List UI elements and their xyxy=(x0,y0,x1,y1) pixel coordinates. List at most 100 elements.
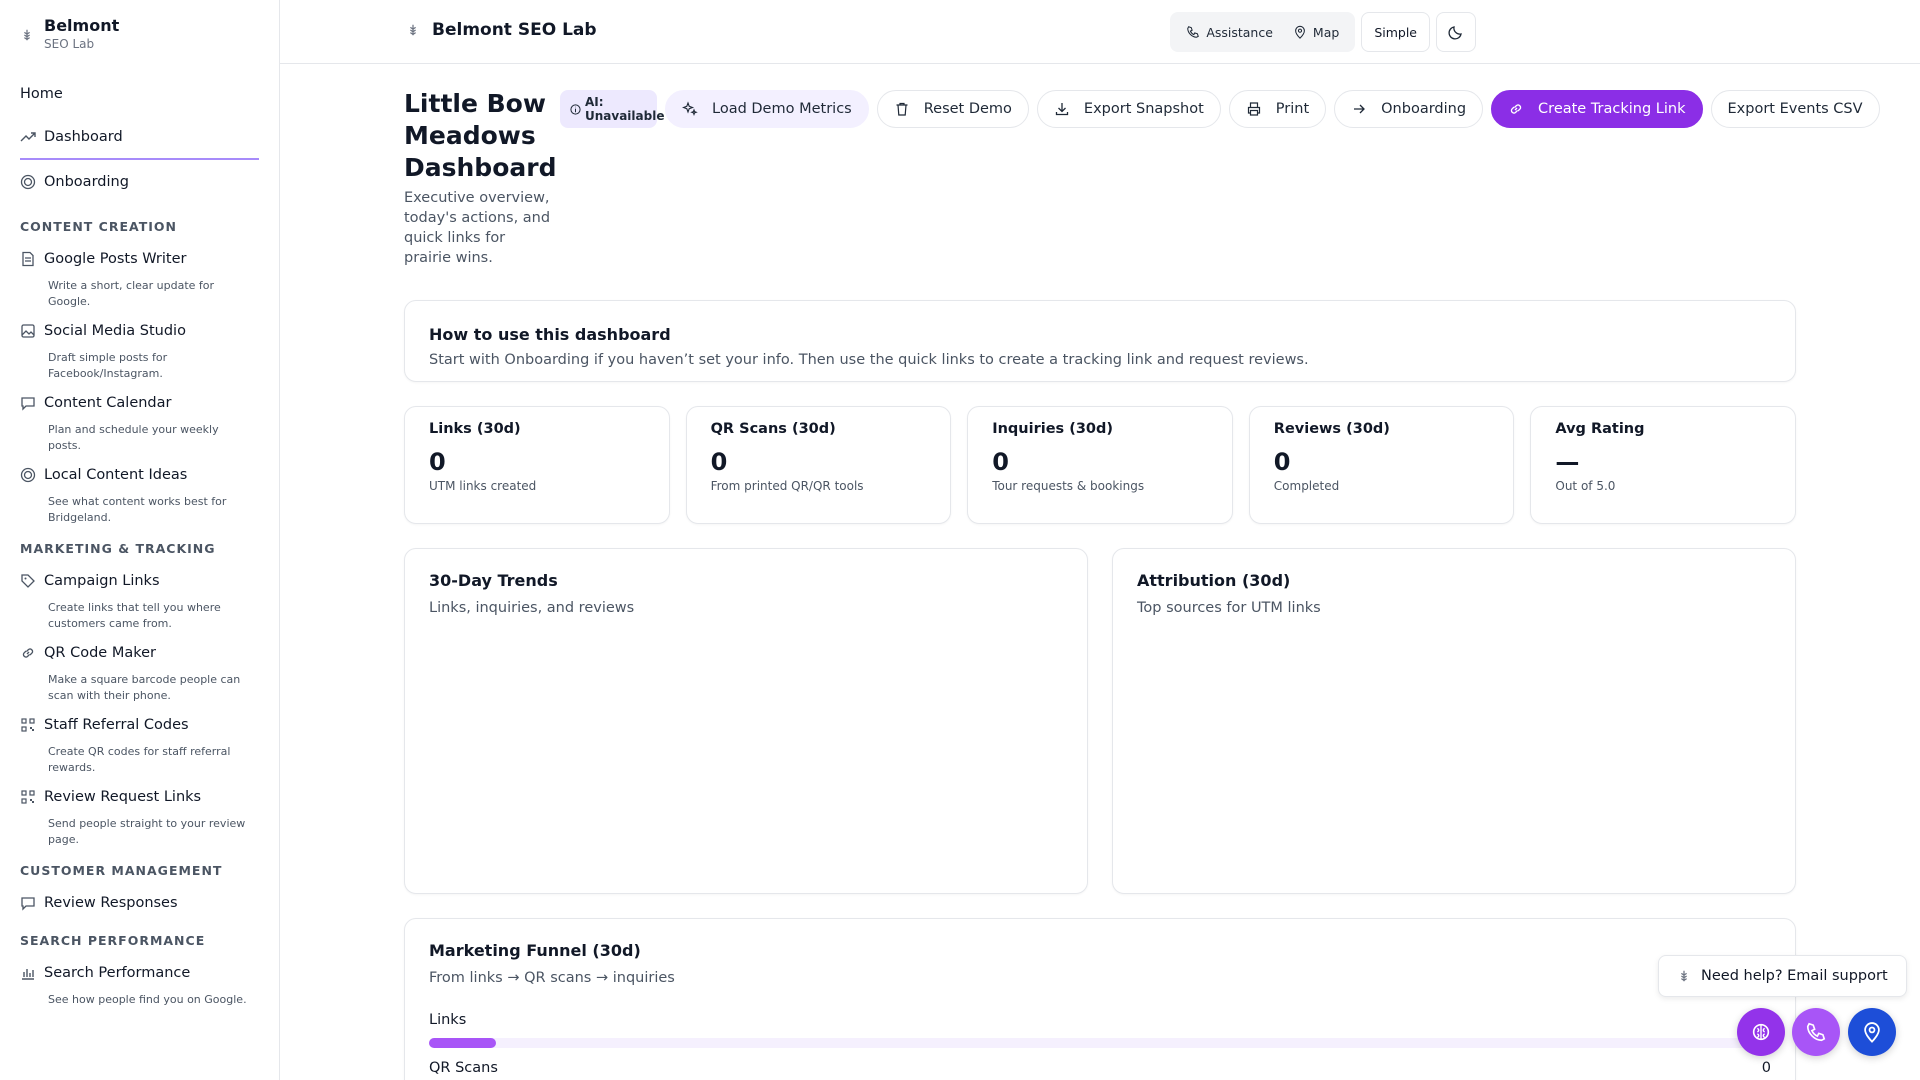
brand-sub: SEO Lab xyxy=(44,37,95,51)
brand-name: Belmont xyxy=(44,16,120,35)
sidebar-item-campaign-links[interactable]: Campaign Links xyxy=(20,566,259,596)
sidebar-item-desc: Plan and schedule your weekly posts. xyxy=(48,423,219,452)
kpi-caption: Completed xyxy=(1273,479,1340,493)
main-content: Little Bow Meadows Dashboard Executive o… xyxy=(404,64,1880,1080)
kpi-caption: UTM links created xyxy=(429,479,537,493)
kpi-label: QR Scans (30d) xyxy=(710,421,836,437)
page-title: Little Bow Meadows Dashboard xyxy=(404,89,557,182)
kpi-label: Reviews (30d) xyxy=(1273,421,1390,437)
kpi-card-qr-scans: QR Scans (30d) 0 From printed QR/QR tool… xyxy=(685,406,952,524)
topbar: Belmont SEO Lab Assistance Map Simple xyxy=(280,0,1920,64)
map-button[interactable]: Map xyxy=(1283,12,1349,52)
moon-icon xyxy=(1448,26,1462,40)
document-icon xyxy=(20,251,36,267)
map-pin-icon xyxy=(1864,1022,1880,1043)
kpi-value: — xyxy=(1555,448,1580,476)
info-icon xyxy=(570,103,581,115)
chart-title: 30-Day Trends xyxy=(429,571,558,590)
link-icon xyxy=(20,645,36,661)
funnel-row-links: Links xyxy=(429,1012,1771,1028)
export-events-csv-button[interactable]: Export Events CSV xyxy=(1710,90,1880,128)
export-snapshot-button[interactable]: Export Snapshot xyxy=(1036,90,1221,128)
sidebar-item-desc: Create links that tell you where custome… xyxy=(48,601,221,630)
brain-icon xyxy=(1752,1023,1770,1041)
target-icon xyxy=(20,467,36,483)
howto-text: Start with Onboarding if you haven’t set… xyxy=(429,352,1309,368)
qr-icon xyxy=(20,789,36,805)
kpi-label: Links (30d) xyxy=(429,421,521,437)
funnel-title: Marketing Funnel (30d) xyxy=(429,941,641,960)
sidebar-item-home[interactable]: Home xyxy=(20,72,259,116)
qr-icon xyxy=(20,717,36,733)
sidebar-item-label: Campaign Links xyxy=(44,573,160,589)
sidebar-item-label: Google Posts Writer xyxy=(44,251,187,267)
sidebar-item-search-performance[interactable]: Search Performance xyxy=(20,958,259,988)
kpi-value: 0 xyxy=(710,448,728,476)
download-icon xyxy=(1055,103,1069,116)
link-icon xyxy=(1510,104,1522,114)
tag-icon xyxy=(20,573,36,589)
sidebar-item-desc: See what content works best for Bridgela… xyxy=(48,495,227,524)
arrow-right-icon xyxy=(1354,104,1366,114)
simple-mode-button[interactable]: Simple xyxy=(1361,12,1430,52)
sidebar-item-local-ideas[interactable]: Local Content Ideas xyxy=(20,460,259,490)
sidebar-item-calendar[interactable]: Content Calendar xyxy=(20,388,259,418)
sidebar-item-social[interactable]: Social Media Studio xyxy=(20,316,259,346)
assistance-button[interactable]: Assistance xyxy=(1176,12,1283,52)
map-fab[interactable] xyxy=(1848,1008,1896,1056)
funnel-row-value: 0 xyxy=(1761,1060,1771,1076)
wheat-icon xyxy=(24,29,30,41)
sidebar-item-label: Content Calendar xyxy=(44,395,172,411)
section-marketing: MARKETING & TRACKING xyxy=(20,541,216,556)
chart-title: Attribution (30d) xyxy=(1137,571,1291,590)
help-email-button[interactable]: Need help? Email support xyxy=(1658,955,1907,997)
call-fab[interactable] xyxy=(1792,1008,1840,1056)
kpi-label: Avg Rating xyxy=(1555,421,1645,437)
howto-card: How to use this dashboard Start with Onb… xyxy=(404,300,1796,382)
map-label: Map xyxy=(1312,24,1340,40)
topbar-title: Belmont SEO Lab xyxy=(406,20,597,40)
kpi-value: 0 xyxy=(429,448,446,476)
sidebar-item-staff-referral[interactable]: Staff Referral Codes xyxy=(20,710,259,740)
print-button[interactable]: Print xyxy=(1228,90,1327,128)
chart-subtitle: Top sources for UTM links xyxy=(1137,600,1321,616)
sidebar-item-label: Review Request Links xyxy=(44,789,202,805)
wheat-icon xyxy=(410,24,416,36)
page-subtitle: Executive overview, today's actions, and… xyxy=(404,190,551,266)
bar-chart-icon xyxy=(20,965,36,981)
chat-icon xyxy=(20,395,36,411)
sidebar-item-review-responses[interactable]: Review Responses xyxy=(20,888,259,918)
kpi-caption: From printed QR/QR tools xyxy=(710,479,864,493)
app-title: Belmont SEO Lab xyxy=(432,20,597,40)
theme-toggle-button[interactable] xyxy=(1436,12,1476,52)
onboarding-button[interactable]: Onboarding xyxy=(1334,90,1484,128)
sidebar-item-onboarding[interactable]: Onboarding xyxy=(20,160,259,204)
attribution-chart-card: Attribution (30d) Top sources for UTM li… xyxy=(1112,548,1796,894)
sidebar-item-qr-maker[interactable]: QR Code Maker xyxy=(20,638,259,668)
load-demo-button[interactable]: Load Demo Metrics xyxy=(665,90,869,128)
sidebar-item-dashboard[interactable]: Dashboard xyxy=(20,116,259,160)
trash-icon xyxy=(896,102,908,116)
image-icon xyxy=(20,323,36,339)
phone-icon xyxy=(1187,26,1200,38)
map-pin-icon xyxy=(1295,25,1305,39)
sidebar-item-label: Local Content Ideas xyxy=(44,467,188,483)
reset-demo-label: Reset Demo xyxy=(923,101,1012,117)
sidebar-item-desc: Send people straight to your review page… xyxy=(48,817,246,846)
sidebar-item-review-links[interactable]: Review Request Links xyxy=(20,782,259,812)
sidebar: Belmont SEO Lab Home Dashboard Onboardin… xyxy=(0,0,280,1080)
load-demo-label: Load Demo Metrics xyxy=(712,101,852,117)
sidebar-item-google-posts[interactable]: Google Posts Writer xyxy=(20,244,259,274)
reset-demo-button[interactable]: Reset Demo xyxy=(876,90,1029,128)
ai-status-label: AI: Unavailable xyxy=(585,95,665,123)
section-customer: CUSTOMER MANAGEMENT xyxy=(20,863,223,878)
sidebar-item-label: Dashboard xyxy=(44,129,123,145)
funnel-row-label: Links xyxy=(429,1012,467,1028)
create-tracking-link-button[interactable]: Create Tracking Link xyxy=(1491,90,1703,128)
sidebar-item-label: Home xyxy=(20,86,63,102)
brand[interactable]: Belmont SEO Lab xyxy=(0,0,279,64)
sidebar-item-label: Staff Referral Codes xyxy=(44,717,189,733)
ai-assistant-fab[interactable] xyxy=(1737,1008,1785,1056)
kpi-card-links: Links (30d) 0 UTM links created xyxy=(404,406,670,524)
kpi-row: Links (30d) 0 UTM links created QR Scans… xyxy=(404,406,1796,524)
